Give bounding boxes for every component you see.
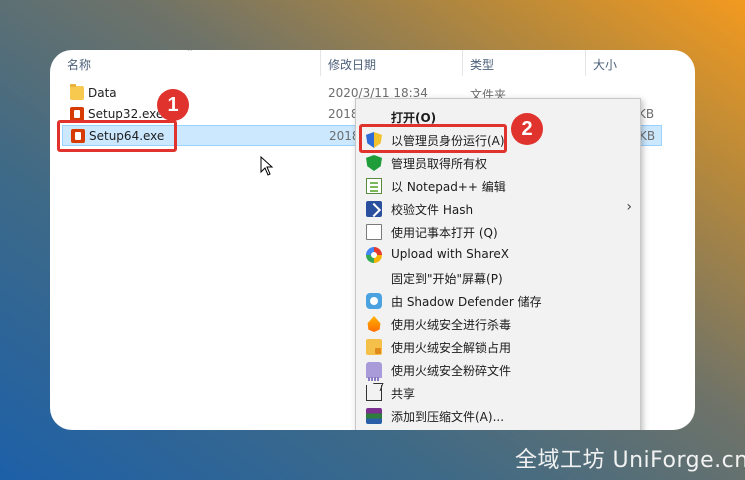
winrar-icon (366, 408, 382, 424)
menu-item-label: 校验文件 Hash (391, 203, 474, 217)
menu-item-file-hash[interactable]: 校验文件 Hash › (356, 197, 640, 220)
menu-item-label: 由 Shadow Defender 储存 (391, 295, 542, 309)
menu-item-edit-notepadpp[interactable]: 以 Notepad++ 编辑 (356, 174, 640, 197)
menu-item-shadow-defender[interactable]: 由 Shadow Defender 储存 (356, 289, 640, 312)
share-icon (366, 385, 382, 401)
menu-item-pin-start[interactable]: 固定到"开始"屏幕(P) (356, 266, 640, 289)
explorer-window: ⌃ 名称 修改日期 类型 大小 Data 2020/3/11 18:34 文件夹… (50, 50, 695, 430)
menu-item-label: 使用火绒安全解锁占用 (391, 341, 512, 355)
menu-item-label: 使用记事本打开 (Q) (391, 226, 498, 240)
menu-item-huorong-shred[interactable]: 使用火绒安全粉碎文件 (356, 358, 640, 381)
column-type[interactable]: 类型 (470, 56, 494, 73)
column-divider[interactable] (585, 50, 586, 76)
folder-icon (70, 84, 84, 100)
menu-item-label: 添加到压缩文件(A)... (391, 410, 505, 424)
column-size[interactable]: 大小 (593, 56, 617, 73)
shredder-icon (366, 362, 382, 381)
highlight-run-as-admin (359, 124, 507, 153)
huorong-fire-icon (367, 316, 381, 332)
hash-icon (366, 201, 382, 217)
column-name[interactable]: 名称 (67, 56, 91, 73)
file-size: KB (639, 129, 656, 143)
menu-item-huorong-unlock[interactable]: 使用火绒安全解锁占用 (356, 335, 640, 358)
step-badge-2: 2 (511, 113, 543, 145)
file-name: Data (88, 86, 117, 100)
menu-item-open-notepad[interactable]: 使用记事本打开 (Q) (356, 220, 640, 243)
sort-caret-icon[interactable]: ⌃ (186, 50, 194, 58)
file-name: Setup32.exe (88, 107, 164, 121)
column-divider[interactable] (320, 50, 321, 76)
menu-item-sharex[interactable]: Upload with ShareX (356, 243, 640, 266)
notepad-icon (366, 178, 382, 194)
watermark: 全域工坊 UniForge.cn (515, 448, 745, 473)
sharex-icon (366, 247, 382, 263)
menu-item-share[interactable]: 共享 (356, 381, 640, 404)
step-badge-1: 1 (157, 89, 189, 121)
chevron-right-icon: › (626, 199, 632, 215)
menu-item-label: 固定到"开始"屏幕(P) (391, 272, 503, 286)
highlight-setup64 (57, 120, 177, 152)
column-divider[interactable] (462, 50, 463, 76)
menu-item-add-archive[interactable]: 添加到压缩文件(A)... (356, 404, 640, 427)
folder-lock-icon (366, 339, 382, 355)
document-icon (366, 224, 382, 240)
menu-item-label: 管理员取得所有权 (391, 157, 488, 171)
menu-item-label: 以 Notepad++ 编辑 (391, 180, 506, 194)
office-icon (70, 107, 84, 121)
column-header: ⌃ 名称 修改日期 类型 大小 (50, 50, 695, 76)
column-modified[interactable]: 修改日期 (328, 56, 376, 73)
menu-item-label: 使用火绒安全粉碎文件 (391, 364, 512, 378)
menu-item-label: 使用火绒安全进行杀毒 (391, 318, 512, 332)
file-date: 2018 (328, 107, 359, 121)
menu-item-label: Upload with ShareX (391, 247, 509, 261)
mouse-cursor-icon (260, 156, 274, 176)
shield-check-icon (366, 155, 382, 171)
menu-item-take-ownership[interactable]: 管理员取得所有权 (356, 151, 640, 174)
menu-item-label: 共享 (391, 387, 416, 401)
menu-item-huorong-scan[interactable]: 使用火绒安全进行杀毒 (356, 312, 640, 335)
shadow-defender-icon (366, 293, 382, 309)
